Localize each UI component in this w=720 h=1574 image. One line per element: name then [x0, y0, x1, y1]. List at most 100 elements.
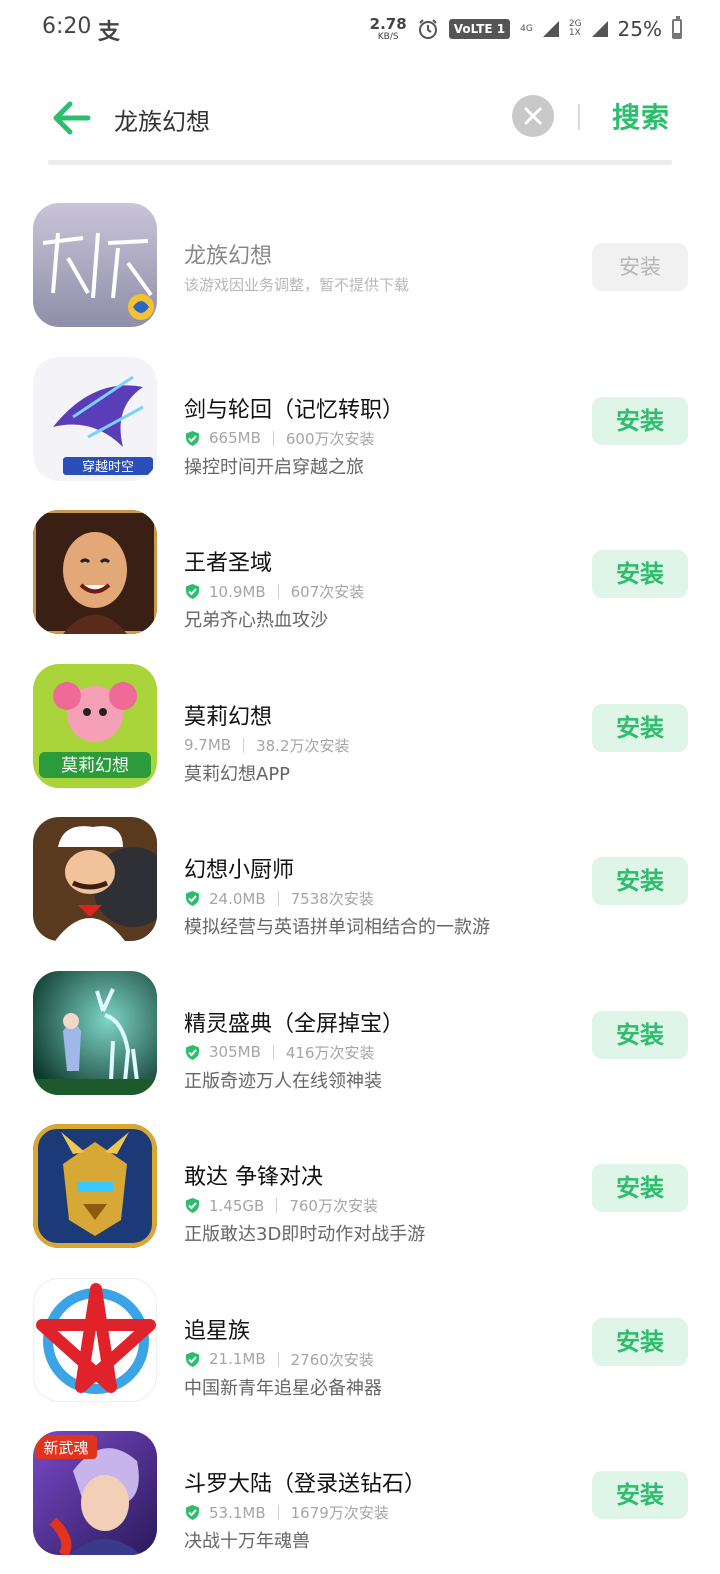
list-item[interactable]: 敢达 争锋对决 1.45GB 760万次安装 正版敢达3D即时动作对战手游 安装 [0, 1113, 720, 1267]
verified-shield-icon [186, 1198, 199, 1213]
search-underline [48, 160, 672, 165]
list-item[interactable]: 精灵盛典（全屏掉宝） 305MB 416万次安装 正版奇迹万人在线领神装 安装 [0, 960, 720, 1114]
app-name: 剑与轮回（记忆转职） [184, 397, 405, 423]
battery-icon [672, 16, 682, 39]
network-speed: 2.78 KB/S [369, 14, 407, 42]
app-size: 665MB [209, 429, 261, 447]
app-size: 10.9MB [209, 582, 266, 601]
volte-badge: VoLTE 1 [448, 19, 511, 39]
battery-percent: 25% [617, 17, 662, 41]
app-installs: 7538次安装 [290, 890, 374, 908]
net-1x-label: 1X [568, 28, 581, 38]
app-description: 正版敢达3D即时动作对战手游 [184, 1224, 426, 1245]
list-item[interactable]: 幻想小厨师 24.0MB 7538次安装 模拟经营与英语拼单词相结合的一款游 安… [0, 806, 720, 960]
list-item[interactable]: 莫莉幻想 莫莉幻想 9.7MB 38.2万次安装 莫莉幻想APP 安装 [0, 653, 720, 807]
clear-search-button[interactable] [512, 95, 554, 137]
verified-shield-icon [186, 584, 199, 599]
app-installs: 760万次安装 [289, 1197, 378, 1215]
app-name: 幻想小厨师 [184, 858, 295, 883]
app-installs: 38.2万次安装 [256, 736, 350, 755]
verified-shield-icon [186, 1044, 199, 1060]
app-meta: 21.1MB 2760次安装 [184, 1349, 374, 1370]
list-item[interactable]: 穿越时空 剑与轮回（记忆转职） 665MB 600万次安装 操控时间开启穿越之旅… [0, 346, 720, 500]
app-meta: 53.1MB 1679万次安装 [184, 1502, 389, 1523]
network-speed-value: 2.78 [369, 14, 407, 33]
install-button[interactable]: 安装 [592, 703, 688, 752]
app-description: 中国新青年追星必备神器 [184, 1377, 382, 1399]
close-icon [524, 107, 542, 125]
list-item[interactable]: 新武魂 斗罗大陆（登录送钻石） 53.1MB 1679万次安装 决战十万年魂兽 … [0, 1420, 720, 1574]
app-size: 53.1MB [209, 1503, 266, 1522]
verified-shield-icon [186, 1351, 199, 1367]
meta-divider [277, 1505, 279, 1520]
install-button[interactable]: 安装 [592, 1317, 688, 1366]
list-item[interactable]: 龙族幻想 该游戏因业务调整，暂不提供下载 安装 [0, 192, 720, 346]
app-name: 王者圣域 [184, 551, 273, 576]
status-indicators: 2.78 KB/S VoLTE 1 4G 2G 1X 25% [370, 10, 682, 48]
app-name: 敢达 争锋对决 [184, 1165, 323, 1190]
alipay-icon: 支 [98, 20, 121, 45]
gundam-icon [33, 1124, 157, 1248]
app-size: 1.45GB [209, 1196, 265, 1215]
search-divider [578, 104, 580, 130]
molly-fantasy-icon-label: 莫莉幻想 [61, 756, 129, 776]
back-button[interactable] [50, 99, 92, 137]
network-type-4g: 4G [520, 23, 533, 34]
signal-icon [542, 21, 559, 37]
app-description: 正版奇迹万人在线领神装 [184, 1070, 382, 1092]
app-meta: 9.7MB 38.2万次安装 [184, 735, 350, 756]
status-time: 6:20 [42, 14, 92, 39]
app-installs: 607次安装 [290, 583, 365, 601]
verified-shield-icon [186, 430, 199, 446]
app-installs: 1679万次安装 [290, 1504, 389, 1522]
status-bar: 6:20 支 2.78 KB/S VoLTE 1 4G 2G 1X 25% [0, 0, 720, 58]
elf-ceremony-icon [33, 970, 157, 1095]
search-button[interactable]: 搜索 [612, 96, 670, 136]
douluo-icon: 新武魂 [33, 1431, 157, 1555]
app-size: 305MB [209, 1043, 261, 1061]
list-item[interactable]: 追星族 21.1MB 2760次安装 中国新青年追星必备神器 安装 [0, 1267, 720, 1421]
app-installs: 416万次安装 [285, 1043, 375, 1062]
app-size: 24.0MB [209, 889, 266, 908]
douluo-icon-label: 新武魂 [43, 1439, 88, 1457]
search-input[interactable] [112, 96, 496, 142]
app-size: 9.7MB [184, 736, 232, 754]
net-4g-label: 4G [520, 23, 533, 34]
install-button[interactable]: 安装 [592, 857, 688, 905]
meta-divider [277, 584, 279, 599]
verified-shield-icon [186, 1505, 199, 1520]
install-button[interactable]: 安装 [592, 1164, 688, 1212]
app-description: 兄弟齐心热血攻沙 [184, 610, 328, 631]
app-name: 追星族 [184, 1318, 251, 1344]
meta-divider [277, 891, 279, 906]
meta-divider [272, 430, 274, 446]
alarm-clock-icon [418, 19, 437, 39]
install-button-disabled[interactable]: 安装 [592, 243, 688, 291]
app-name: 莫莉幻想 [184, 704, 273, 730]
install-button[interactable]: 安装 [592, 1471, 688, 1519]
app-description: 莫莉幻想APP [184, 763, 291, 785]
meta-divider [243, 737, 245, 753]
arrow-left-icon [53, 101, 91, 135]
list-item[interactable]: 王者圣域 10.9MB 607次安装 兄弟齐心热血攻沙 安装 [0, 499, 720, 653]
app-installs: 2760次安装 [290, 1350, 374, 1369]
app-name: 斗罗大陆（登录送钻石） [184, 1472, 427, 1497]
verified-shield-icon [186, 891, 199, 906]
app-installs: 600万次安装 [285, 429, 375, 448]
network-speed-unit: KB/S [377, 31, 399, 42]
meta-divider [277, 1351, 279, 1367]
app-description: 操控时间开启穿越之旅 [184, 456, 364, 478]
star-chaser-icon [33, 1277, 157, 1402]
search-bar: 搜索 [0, 84, 720, 154]
app-meta: 1.45GB 760万次安装 [184, 1195, 378, 1216]
app-size: 21.1MB [209, 1350, 266, 1368]
app-name: 精灵盛典（全屏掉宝） [184, 1011, 405, 1037]
fantasy-chef-icon [33, 817, 157, 941]
install-button[interactable]: 安装 [592, 1010, 688, 1059]
king-holy-domain-icon [33, 510, 157, 634]
install-button[interactable]: 安装 [592, 550, 688, 598]
meta-divider [276, 1198, 278, 1213]
network-type-2g: 2G 1X [569, 20, 582, 38]
install-button[interactable]: 安装 [592, 396, 688, 445]
app-name: 龙族幻想 [184, 244, 273, 269]
